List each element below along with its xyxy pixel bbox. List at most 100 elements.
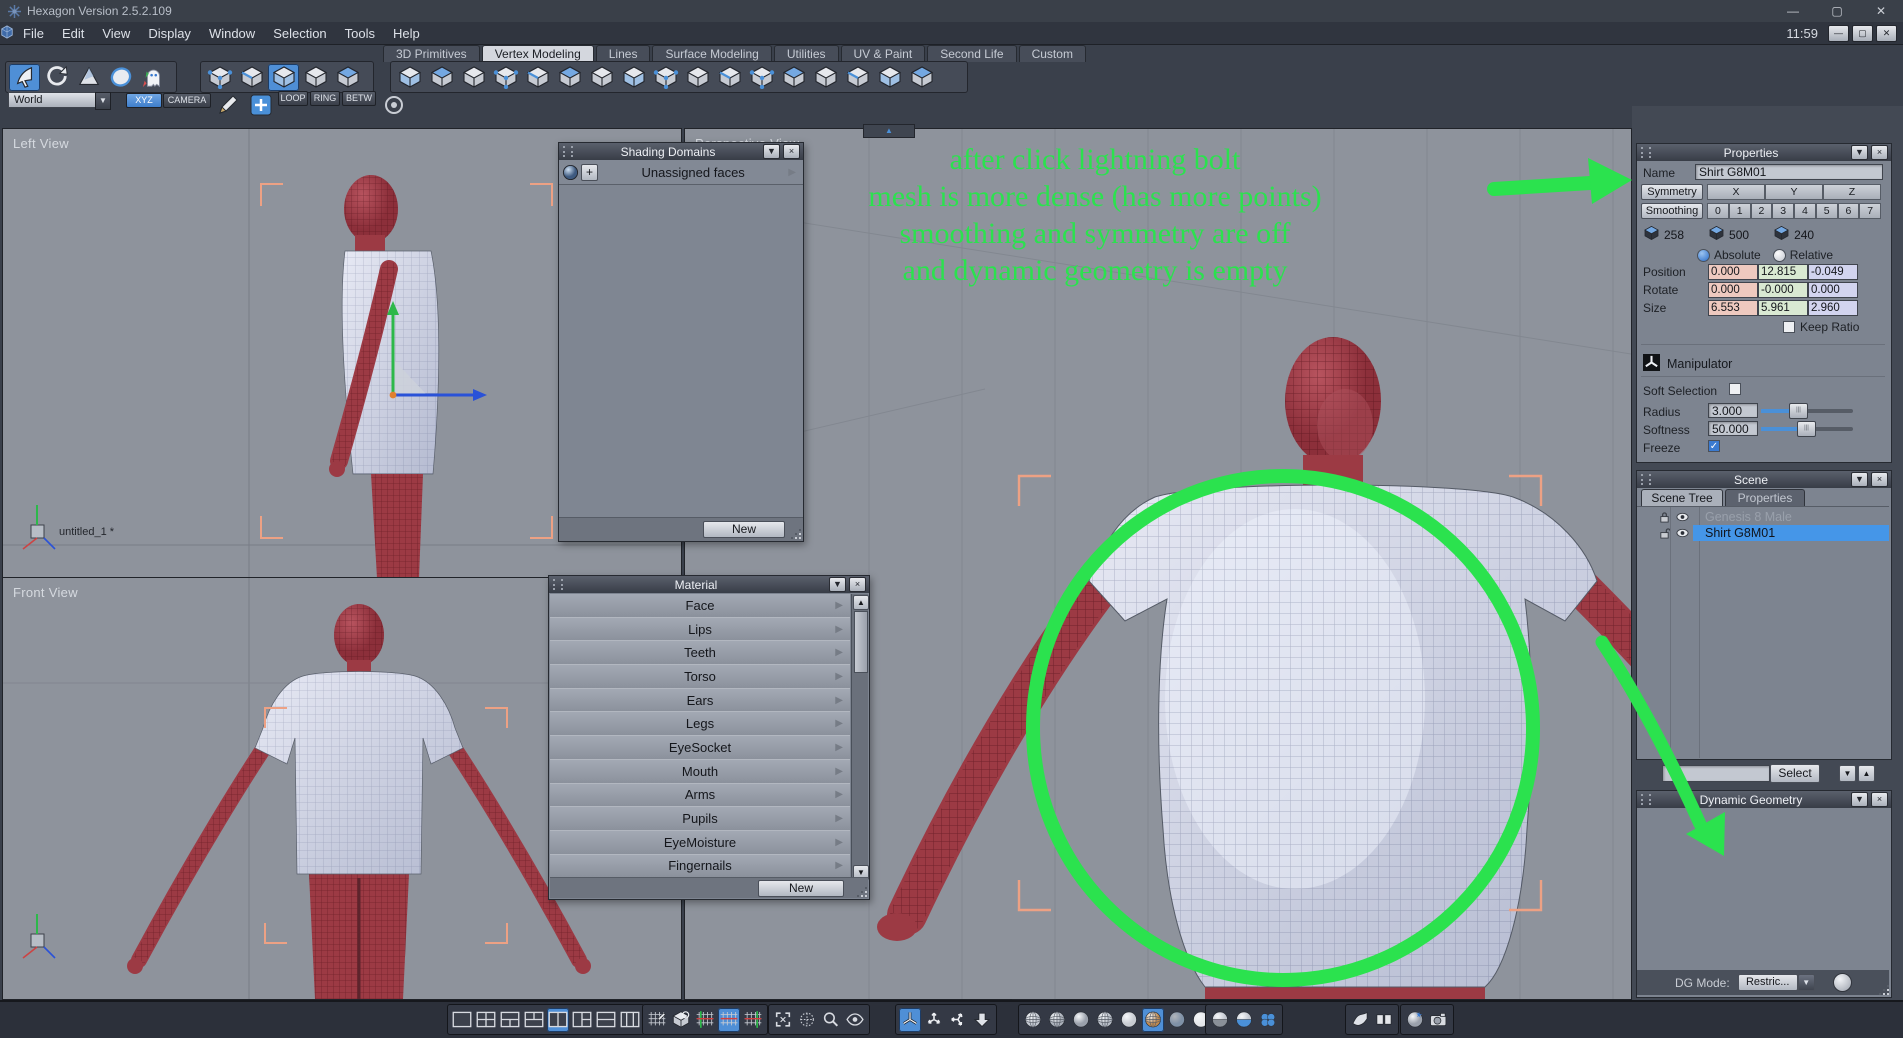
menu-view[interactable]: View <box>93 26 139 41</box>
wire-cube-tool[interactable] <box>670 1008 692 1032</box>
panel-menu-icon[interactable]: ▼ <box>1851 145 1868 160</box>
layout-quad-view[interactable] <box>475 1008 497 1032</box>
pan-camera-tool[interactable] <box>73 64 104 91</box>
softness-field[interactable] <box>1708 421 1758 436</box>
dg-sphere-button[interactable] <box>1832 973 1852 992</box>
resize-grip-icon[interactable] <box>865 895 867 897</box>
pan-view-tool[interactable] <box>796 1008 818 1032</box>
symmet-z-button[interactable]: Z <box>1823 184 1881 200</box>
menu-display[interactable]: Display <box>139 26 200 41</box>
dissociate-tool[interactable] <box>682 64 713 91</box>
panel-grip-icon[interactable] <box>553 579 563 590</box>
collapse-handle-top[interactable]: ▲ <box>863 124 915 138</box>
grid-edit-tool[interactable] <box>646 1008 668 1032</box>
panel-grip-icon[interactable] <box>563 146 573 157</box>
material-item-eyesocket[interactable]: EyeSocket ▶ <box>550 736 850 760</box>
expand-arrow-icon[interactable]: ▶ <box>835 742 843 753</box>
symmetry-y-tool[interactable] <box>718 1007 740 1032</box>
dg-mode-dropdown-arrow-icon[interactable]: ▼ <box>1797 974 1815 991</box>
visibility-eye-icon[interactable] <box>1676 512 1690 522</box>
panel-close-icon[interactable]: × <box>1871 792 1888 807</box>
smooth-tool[interactable] <box>586 64 617 91</box>
size-y-field[interactable] <box>1758 300 1808 316</box>
tab-custom[interactable]: Custom <box>1018 45 1086 62</box>
smoothing-button[interactable]: Smoothing <box>1641 203 1703 219</box>
menu-window[interactable]: Window <box>200 26 264 41</box>
ghost-visibility-tool[interactable] <box>137 64 168 91</box>
snapshot-camera-icon[interactable] <box>1428 1008 1450 1032</box>
rotate-y-field[interactable] <box>1758 282 1808 298</box>
menu-edit[interactable]: Edit <box>53 26 93 41</box>
sweep-surface-tool[interactable] <box>554 64 585 91</box>
scroll-up-icon[interactable]: ▲ <box>853 595 869 610</box>
stretch-tool[interactable] <box>394 64 425 91</box>
layout-two-vertical-view[interactable] <box>547 1007 569 1032</box>
expand-arrow-icon[interactable]: ▶ <box>788 167 796 178</box>
scene-tree[interactable]: Genesis 8 Male Shirt G8M01 <box>1637 506 1889 758</box>
relative-radio[interactable] <box>1772 248 1786 262</box>
panel-grip-icon[interactable] <box>1641 474 1651 485</box>
add-domain-icon[interactable]: + <box>581 163 598 181</box>
material-item-mouth[interactable]: Mouth ▶ <box>550 759 850 784</box>
add-selection-tool[interactable] <box>245 91 276 118</box>
world-coordinate-select[interactable]: World <box>8 92 101 108</box>
freeze-checkbox[interactable] <box>1708 440 1720 452</box>
new-material-button[interactable]: New <box>758 879 844 897</box>
smoothing-5-button[interactable]: 5 <box>1815 203 1838 219</box>
smoothing-3-button[interactable]: 3 <box>1772 203 1794 219</box>
dynamic-geometry-header[interactable]: Dynamic Geometry ▼ × <box>1637 791 1891 808</box>
panel-close-icon[interactable]: × <box>849 577 866 592</box>
scene-panel-header[interactable]: Scene ▼ × <box>1637 471 1891 488</box>
panel-grip-icon[interactable] <box>1641 794 1651 805</box>
average-weld-tool[interactable] <box>746 64 777 91</box>
tab-vertex-modeling[interactable]: Vertex Modeling <box>481 45 594 62</box>
scroll-thumb[interactable] <box>854 611 868 673</box>
select-button[interactable]: Select <box>1770 764 1820 783</box>
position-y-field[interactable] <box>1758 264 1808 280</box>
layout-split-top-view[interactable] <box>523 1008 545 1032</box>
soft-selection-checkbox[interactable] <box>1729 383 1741 395</box>
scene-tab-properties[interactable]: Properties <box>1725 489 1805 506</box>
tab-3d-primitives[interactable]: 3D Primitives <box>383 45 480 62</box>
object-selection-mode[interactable] <box>300 64 331 91</box>
menu-file[interactable]: File <box>14 26 53 41</box>
flat-shading-mode[interactable] <box>1118 1008 1140 1032</box>
half-blue-shading-mode[interactable] <box>1233 1008 1255 1032</box>
layout-single-view[interactable] <box>451 1008 473 1032</box>
shading-domain-row[interactable]: + Unassigned faces ▶ <box>559 160 803 185</box>
target-weld-tool[interactable] <box>778 64 809 91</box>
menu-help[interactable]: Help <box>384 26 429 41</box>
tessellate-tool[interactable] <box>650 64 681 91</box>
frame-selection-tool[interactable] <box>772 1008 794 1032</box>
radius-slider[interactable]: ||| <box>1761 403 1853 419</box>
tab-uv-paint[interactable]: UV & Paint <box>840 45 926 62</box>
rotate-z-field[interactable] <box>1808 282 1858 298</box>
layout-three-vertical-view[interactable] <box>619 1008 641 1032</box>
softness-slider[interactable]: ||| <box>1761 421 1853 437</box>
faces-selection-mode[interactable] <box>268 63 299 91</box>
expand-arrow-icon[interactable]: ▶ <box>835 860 843 871</box>
extrude-surface-tool[interactable] <box>426 64 457 91</box>
symmetry-z-tool[interactable] <box>742 1008 764 1032</box>
material-item-arms[interactable]: Arms ▶ <box>550 783 850 808</box>
expand-arrow-icon[interactable]: ▶ <box>835 789 843 800</box>
absolute-radio[interactable] <box>1697 248 1710 262</box>
panel-close-icon[interactable]: × <box>1871 472 1888 487</box>
select-arrow-tool[interactable] <box>9 63 40 91</box>
selection-options-icon[interactable] <box>378 91 409 118</box>
panel-menu-icon[interactable]: ▼ <box>1851 792 1868 807</box>
loop-button[interactable]: LOOP <box>278 91 308 106</box>
unassigned-faces-item[interactable]: Unassigned faces <box>598 165 788 180</box>
translate-manipulator[interactable] <box>923 1008 945 1032</box>
snap-manipulator[interactable] <box>971 1008 993 1032</box>
symmetry-button[interactable]: Symmetry <box>1641 184 1703 200</box>
scene-item-genesis-8-male[interactable]: Genesis 8 Male <box>1637 509 1889 525</box>
material-scrollbar[interactable]: ▲ ▼ <box>851 594 869 880</box>
shading-domains-list[interactable] <box>559 185 803 517</box>
thickness-tool[interactable] <box>618 64 649 91</box>
tab-lines[interactable]: Lines <box>595 45 651 62</box>
extract-around-tool[interactable] <box>490 64 521 91</box>
expand-arrow-icon[interactable]: ▶ <box>835 600 843 611</box>
layout-two-horizontal-view[interactable] <box>595 1008 617 1032</box>
size-z-field[interactable] <box>1808 300 1858 316</box>
